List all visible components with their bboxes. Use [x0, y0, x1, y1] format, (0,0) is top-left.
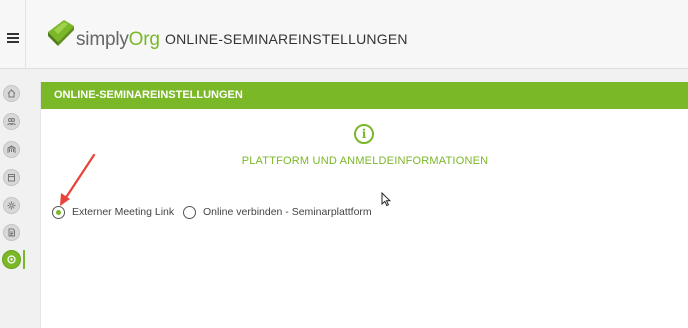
radio-label: Externer Meeting Link [72, 206, 175, 218]
info-icon: i [354, 124, 374, 144]
sidebar-settings-icon[interactable] [2, 250, 21, 269]
radio-button-selected[interactable] [52, 206, 65, 219]
radio-online-connect-platform[interactable]: Online verbinden - Seminarplattform [183, 206, 372, 220]
sidebar-sun-icon[interactable] [3, 197, 20, 214]
sidebar-users-icon[interactable] [3, 113, 20, 130]
top-header: simplyOrg ONLINE-SEMINAREINSTELLUNGEN [0, 0, 688, 69]
settings-panel: ONLINE-SEMINAREINSTELLUNGEN i PLATTFORM … [40, 82, 688, 328]
sidebar-building-icon[interactable] [3, 141, 20, 158]
logo-icon [48, 20, 74, 46]
radio-external-meeting-link[interactable]: Externer Meeting Link [52, 206, 175, 220]
page-title: ONLINE-SEMINAREINSTELLUNGEN [165, 31, 408, 47]
sidebar-document-icon[interactable] [3, 224, 20, 241]
sidebar [0, 69, 26, 328]
radio-button[interactable] [183, 206, 196, 219]
hamburger-icon[interactable] [7, 33, 19, 43]
logo-text-org: Org [128, 29, 160, 50]
sidebar-calendar-icon[interactable] [3, 169, 20, 186]
mouse-cursor-icon [381, 192, 391, 207]
logo-text: simplyOrg [76, 30, 160, 50]
section-title: PLATTFORM UND ANMELDEINFORMATIONEN [241, 155, 489, 167]
header-divider [25, 0, 26, 69]
logo-text-simply: simply [76, 29, 129, 50]
main-content: ONLINE-SEMINAREINSTELLUNGEN i PLATTFORM … [25, 69, 688, 328]
sidebar-home-icon[interactable] [3, 85, 20, 102]
radio-label: Online verbinden - Seminarplattform [203, 206, 372, 218]
panel-header: ONLINE-SEMINAREINSTELLUNGEN [41, 82, 688, 109]
